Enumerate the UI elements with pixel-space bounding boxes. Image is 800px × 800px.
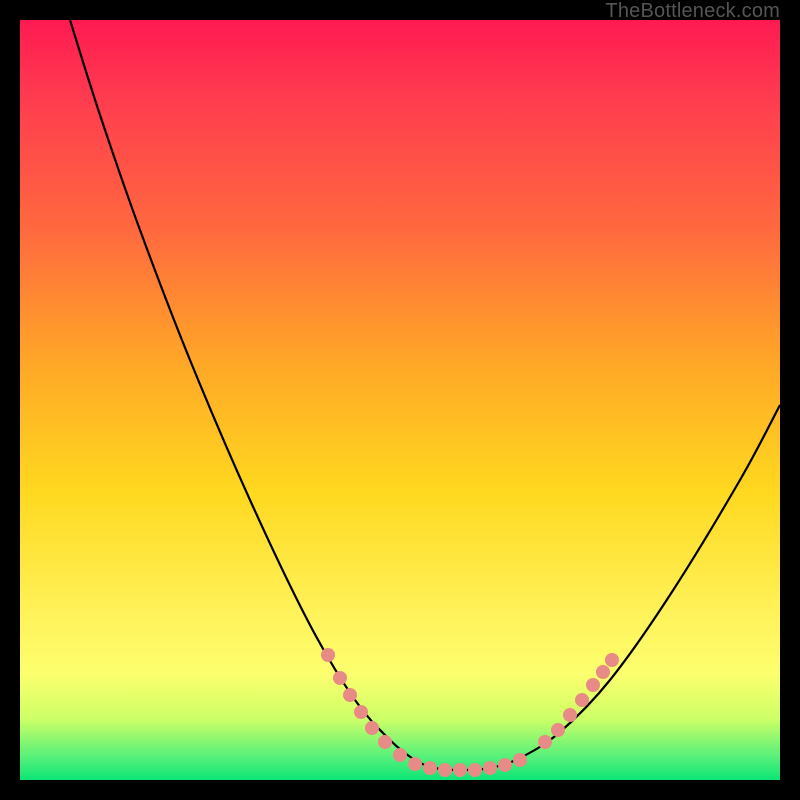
data-marker [393,748,407,762]
data-marker [354,705,368,719]
bottleneck-curve [70,20,780,770]
chart-svg [20,20,780,780]
marker-group [321,648,619,777]
plot-area [20,20,780,780]
data-marker [378,735,392,749]
chart-stage: TheBottleneck.com [0,0,800,800]
data-marker [408,757,422,771]
data-marker [498,758,512,772]
data-marker [333,671,347,685]
data-marker [605,653,619,667]
data-marker [483,761,497,775]
data-marker [586,678,600,692]
data-marker [563,708,577,722]
data-marker [575,693,589,707]
data-marker [321,648,335,662]
data-marker [423,761,437,775]
data-marker [538,735,552,749]
data-marker [365,721,379,735]
data-marker [551,723,565,737]
data-marker [343,688,357,702]
data-marker [468,763,482,777]
data-marker [438,763,452,777]
data-marker [453,763,467,777]
data-marker [596,665,610,679]
data-marker [513,753,527,767]
watermark-label: TheBottleneck.com [605,0,780,23]
